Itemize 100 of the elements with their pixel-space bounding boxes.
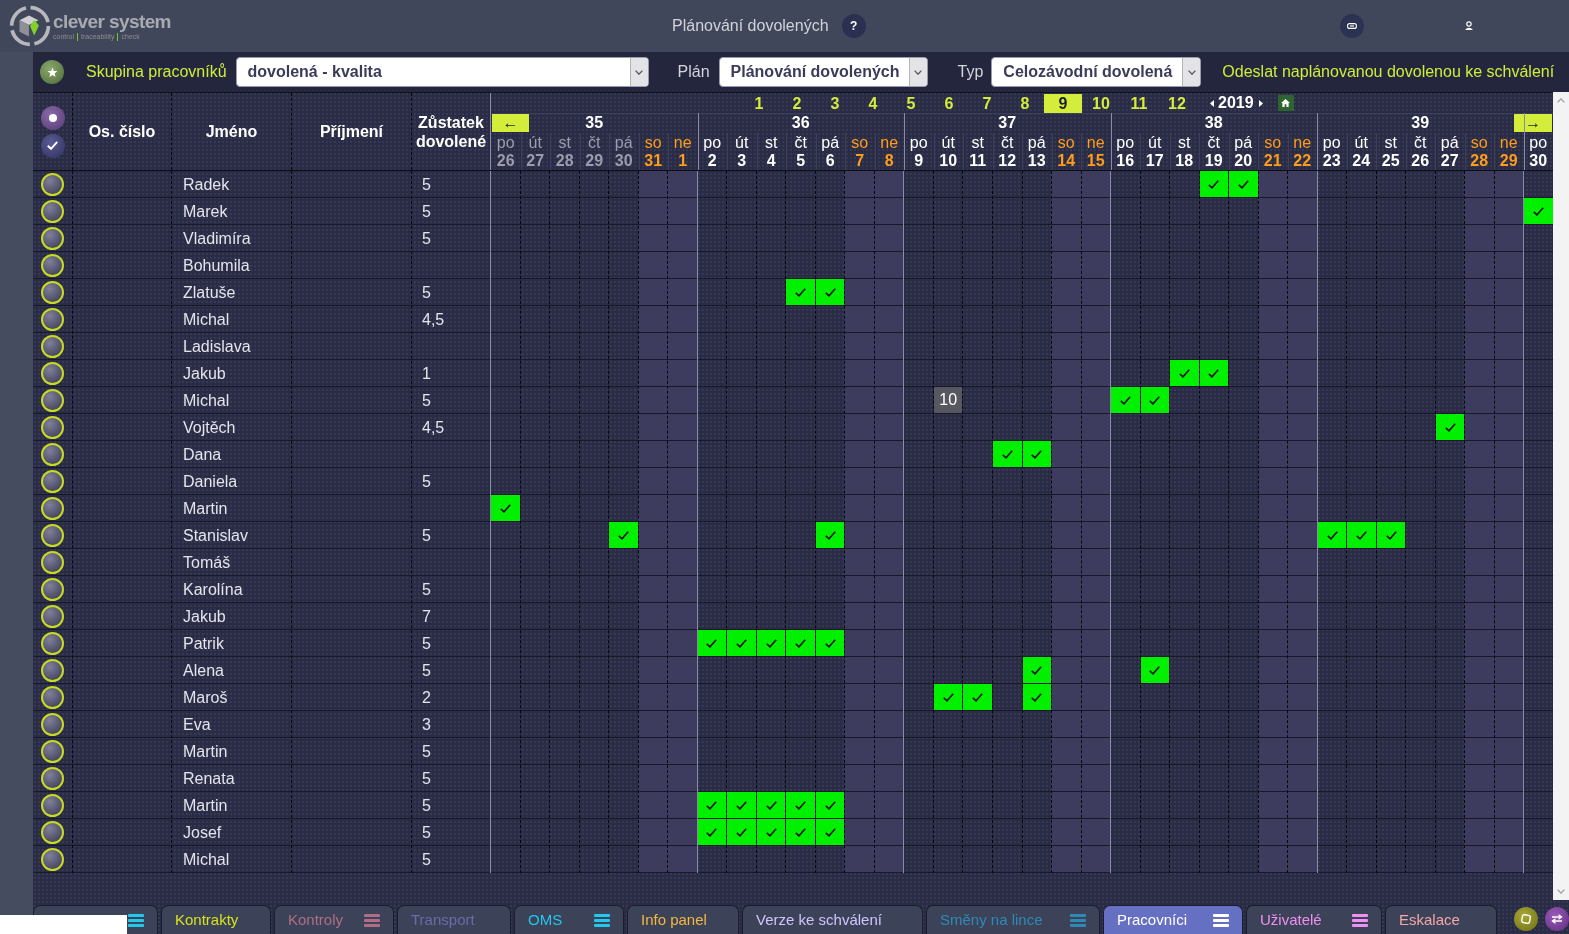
row-radio[interactable] [41,281,64,304]
vacation-day-tile[interactable] [1376,522,1406,548]
nav-tab[interactable]: Info panel [627,905,739,934]
row-radio[interactable] [41,200,64,223]
caret-right-icon[interactable] [1258,99,1263,107]
vacation-day-tile[interactable] [1199,171,1229,197]
vertical-scrollbar[interactable] [1553,92,1569,900]
day-count-tile[interactable]: 10 [933,387,963,413]
nav-tab[interactable]: Uživatelé [1246,905,1382,934]
month-button[interactable]: 12 [1158,93,1196,113]
square-symbol-icon[interactable] [1514,907,1538,931]
row-radio[interactable] [41,632,64,655]
vacation-day-tile[interactable] [1199,360,1229,386]
vacation-day-tile[interactable] [1022,684,1051,710]
help-button[interactable]: ? [841,14,866,38]
vacation-day-tile[interactable] [815,819,845,845]
row-radio[interactable] [41,794,64,817]
vacation-day-tile[interactable] [1022,657,1051,683]
row-radio[interactable] [41,416,64,439]
submit-for-approval-link[interactable]: Odeslat naplánovanou dovolenou ke schválení [1222,60,1555,84]
vacation-day-tile[interactable] [963,684,992,710]
row-radio[interactable] [41,578,64,601]
vacation-day-tile[interactable] [1524,198,1553,224]
vacation-day-tile[interactable] [933,684,963,710]
swap-arrows-icon[interactable] [1545,907,1569,931]
user-icon[interactable] [1463,21,1474,31]
month-button[interactable]: 11 [1120,93,1158,113]
vacation-day-tile[interactable] [786,792,815,818]
month-button[interactable]: 10 [1082,93,1120,113]
vacation-day-tile[interactable] [815,630,845,656]
vacation-day-tile[interactable] [756,630,786,656]
row-radio[interactable] [41,497,64,520]
row-radio[interactable] [41,335,64,358]
row-radio[interactable] [41,227,64,250]
nav-tab[interactable]: Pracovníci [1103,905,1243,934]
month-button[interactable]: 1 [740,93,778,113]
vacation-day-tile[interactable] [697,819,727,845]
vacation-day-tile[interactable] [815,522,845,548]
vacation-day-tile[interactable] [727,792,756,818]
row-radio[interactable] [41,605,64,628]
row-radio[interactable] [41,443,64,466]
vacation-day-tile[interactable] [815,792,845,818]
previous-week-button[interactable]: ← [492,114,529,132]
vacation-day-tile[interactable] [1170,360,1199,386]
vacation-day-tile[interactable] [1317,522,1347,548]
vacation-day-tile[interactable] [786,630,815,656]
vacation-day-tile[interactable] [609,522,638,548]
month-button[interactable]: 2 [778,93,816,113]
row-radio[interactable] [41,389,64,412]
vacation-day-tile[interactable] [1435,414,1465,440]
row-radio[interactable] [41,470,64,493]
month-button[interactable]: 7 [968,93,1006,113]
nav-tab[interactable]: Verze ke schválení [742,905,923,934]
month-button[interactable]: 8 [1006,93,1044,113]
vacation-day-tile[interactable] [727,630,756,656]
vacation-day-tile[interactable] [697,792,727,818]
row-radio[interactable] [41,173,64,196]
group-select[interactable]: dovolená - kvalita [235,57,649,87]
month-button[interactable]: 3 [816,93,854,113]
vacation-day-tile[interactable] [697,630,727,656]
vacation-day-tile[interactable] [756,792,786,818]
row-radio[interactable] [41,686,64,709]
row-radio[interactable] [41,767,64,790]
vacation-day-tile[interactable] [1140,387,1170,413]
vacation-day-tile[interactable] [1229,171,1258,197]
vacation-day-tile[interactable] [1347,522,1376,548]
vacation-day-tile[interactable] [815,279,845,305]
month-button[interactable]: 9 [1044,93,1082,113]
vacation-day-tile[interactable] [786,279,815,305]
month-button[interactable]: 5 [892,93,930,113]
row-radio[interactable] [41,848,64,871]
row-radio[interactable] [41,524,64,547]
plan-select[interactable]: Plánování dovolených [718,57,928,87]
type-select[interactable]: Celozávodní dovolená [991,57,1202,87]
row-radio[interactable] [41,740,64,763]
nav-tab[interactable]: Eskalace [1385,905,1497,934]
row-radio[interactable] [41,254,64,277]
vacation-day-tile[interactable] [1111,387,1140,413]
vacation-day-tile[interactable] [786,819,815,845]
nav-tab[interactable]: Kontrakty [161,905,271,934]
vacation-day-tile[interactable] [727,819,756,845]
row-radio[interactable] [41,551,64,574]
nav-tab[interactable]: OMS [514,905,624,934]
caret-left-icon[interactable] [1210,99,1214,107]
row-radio[interactable] [41,821,64,844]
month-button[interactable]: 6 [930,93,968,113]
check-icon [1119,395,1131,405]
row-radio[interactable] [41,362,64,385]
vacation-day-tile[interactable] [756,819,786,845]
vacation-day-tile[interactable] [1140,657,1170,683]
row-radio[interactable] [41,659,64,682]
row-radio[interactable] [41,713,64,736]
tag-icon[interactable] [1339,14,1364,38]
row-radio[interactable] [41,308,64,331]
vacation-day-tile[interactable] [992,441,1022,467]
vacation-day-tile[interactable] [491,495,520,521]
month-button[interactable]: 4 [854,93,892,113]
home-icon[interactable] [1277,95,1294,111]
next-week-button[interactable]: → [1514,114,1552,132]
vacation-day-tile[interactable] [1022,441,1051,467]
